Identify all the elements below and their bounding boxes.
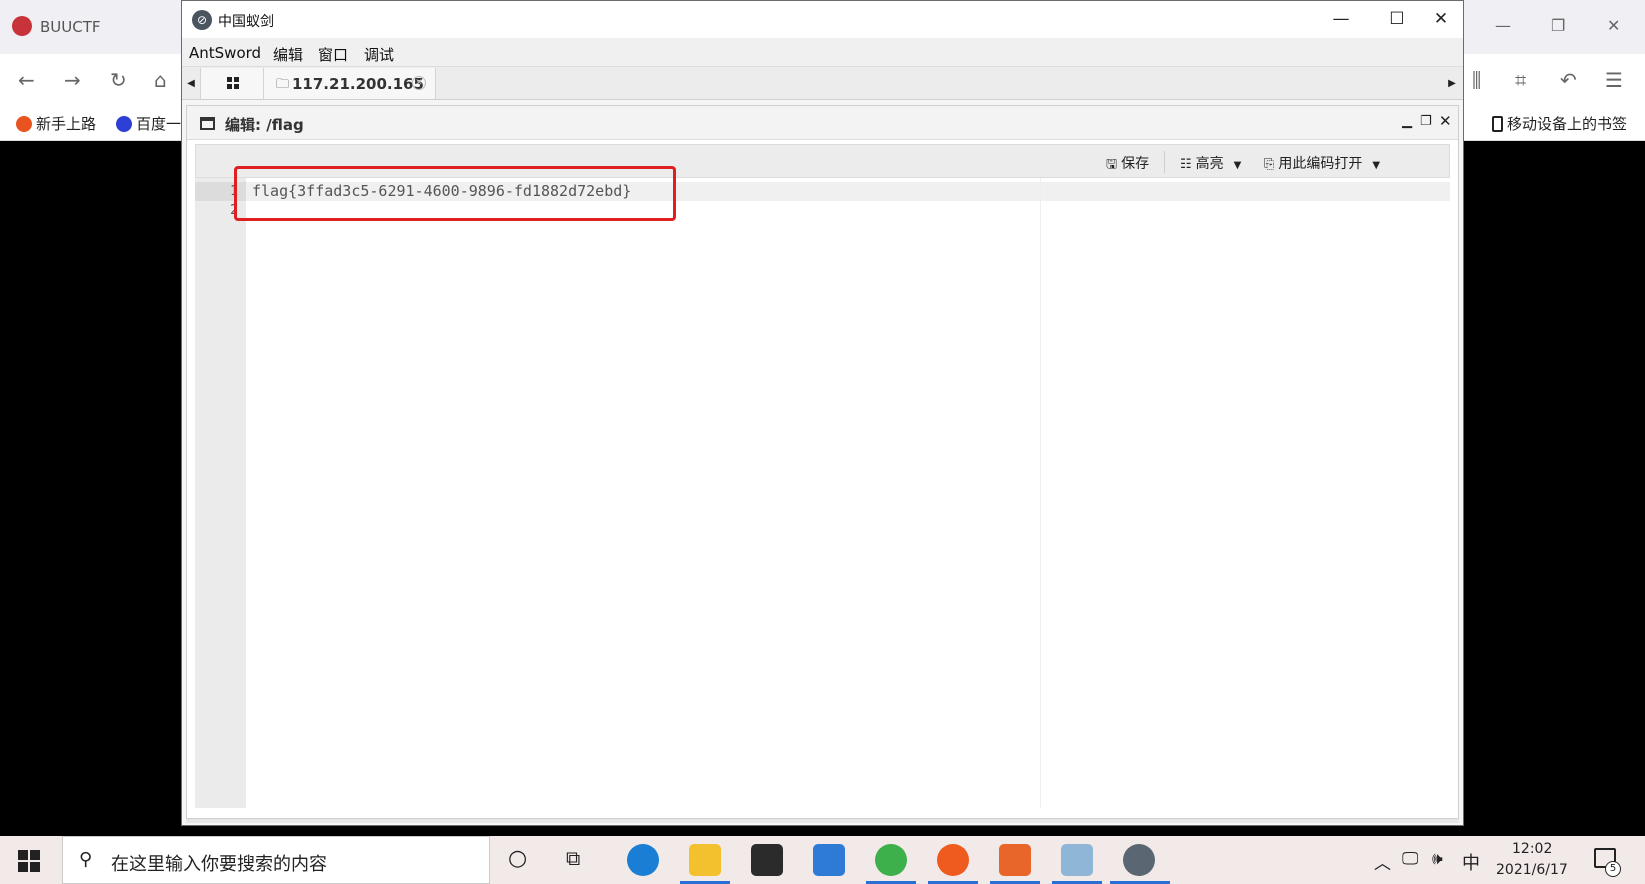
- antsword-window: ⊘ 中国蚁剑 — ☐ ✕ AntSword 编辑 窗口 调试 ◀ 🗀 117.2…: [181, 0, 1464, 826]
- panel-minimize-icon[interactable]: ▁: [1402, 114, 1412, 129]
- task-view-icon[interactable]: ⧉: [566, 846, 580, 870]
- network-icon[interactable]: 🖵: [1402, 849, 1418, 869]
- menu-antsword[interactable]: AntSword: [189, 44, 261, 62]
- clock-date[interactable]: 2021/6/17: [1496, 862, 1568, 878]
- window-maximize-button[interactable]: ☐: [1374, 6, 1420, 32]
- tab-host-label: 117.21.200.165: [292, 75, 424, 93]
- firefox-icon: [16, 116, 32, 132]
- window-title: 中国蚁剑: [218, 14, 274, 30]
- print-margin: [1040, 178, 1041, 808]
- undo-icon[interactable]: ↶: [1560, 68, 1577, 92]
- encoding-icon: ⎘: [1264, 157, 1275, 172]
- bookmark-mobile[interactable]: 移动设备上的书签: [1492, 113, 1627, 134]
- floppy-disk-icon: 🖫: [1106, 157, 1118, 172]
- minimize-icon[interactable]: —: [1495, 16, 1511, 35]
- tab-scroll-left-icon[interactable]: ◀: [185, 75, 197, 93]
- restore-icon[interactable]: ❐: [1551, 16, 1565, 35]
- window-icon: [200, 117, 215, 130]
- bookmark-newbie[interactable]: 新手上路: [16, 113, 96, 134]
- tab-close-icon[interactable]: ✕: [412, 76, 426, 90]
- bookmark-baidu[interactable]: 百度一: [116, 113, 181, 134]
- baidu-paw-icon: [116, 116, 132, 132]
- antsword-logo-icon: ⊘: [192, 10, 212, 30]
- tab-home-grid[interactable]: [200, 68, 264, 99]
- ime-indicator[interactable]: 中: [1462, 849, 1480, 875]
- menubar: AntSword 编辑 窗口 调试: [182, 38, 1463, 66]
- menu-debug[interactable]: 调试: [364, 44, 394, 65]
- cortana-icon[interactable]: ○: [508, 846, 527, 871]
- editor-title: 编辑: /flag: [225, 116, 304, 134]
- list-icon: ☷: [1180, 157, 1192, 172]
- editor-header: 编辑: /flag ▁ ❐ ✕: [187, 106, 1458, 140]
- caret-down-icon: ▼: [1233, 160, 1242, 171]
- notification-badge: 5: [1605, 861, 1621, 877]
- folder-icon: 🗀: [276, 77, 290, 92]
- notepad-icon[interactable]: [1061, 844, 1093, 876]
- home-icon[interactable]: ⌂: [154, 68, 167, 92]
- panel-restore-icon[interactable]: ❐: [1420, 114, 1432, 129]
- show-hidden-icons-icon[interactable]: ︿: [1374, 849, 1391, 874]
- windows-start-icon[interactable]: [18, 850, 40, 872]
- save-button[interactable]: 🖫 保存: [1106, 153, 1149, 177]
- ie-browser-icon[interactable]: [875, 844, 907, 876]
- forward-arrow-icon[interactable]: →: [64, 68, 81, 92]
- red-annotation-box: [234, 166, 676, 221]
- antsword-titlebar[interactable]: ⊘ 中国蚁剑 — ☐ ✕: [182, 1, 1463, 38]
- editor-bottom-bar: [186, 819, 1459, 823]
- reload-icon[interactable]: ↻: [110, 68, 127, 92]
- tab-scroll-right-icon[interactable]: ▶: [1446, 75, 1458, 93]
- burpsuite-icon[interactable]: [999, 844, 1031, 876]
- menu-edit[interactable]: 编辑: [273, 44, 303, 65]
- highlight-dropdown[interactable]: ☷ 高亮 ▼: [1180, 153, 1241, 173]
- caret-down-icon: ▼: [1372, 160, 1381, 171]
- search-icon: ⚲: [79, 849, 93, 870]
- taskbar-search-box[interactable]: ⚲ 在这里输入你要搜索的内容: [62, 836, 490, 884]
- tabbar: ◀ 🗀 117.21.200.165 ✕ ▶: [182, 66, 1463, 100]
- firefox-taskbar-icon[interactable]: [937, 844, 969, 876]
- back-arrow-icon[interactable]: ←: [18, 68, 35, 92]
- browser-tab-title[interactable]: BUUCTF: [40, 18, 101, 36]
- store-icon[interactable]: [751, 844, 783, 876]
- window-close-button[interactable]: ✕: [1418, 6, 1464, 32]
- encoding-dropdown[interactable]: ⎘ 用此编码打开 ▼: [1264, 153, 1380, 173]
- editor-panel: 编辑: /flag ▁ ❐ ✕ 🖫 保存 ☷ 高亮 ▼ ⎘ 用此编码打开 ▼ 1 2 fl…: [186, 105, 1459, 819]
- close-icon[interactable]: ✕: [1607, 16, 1620, 35]
- volume-icon[interactable]: 🕪: [1432, 849, 1443, 869]
- hamburger-menu-icon[interactable]: ☰: [1605, 68, 1623, 92]
- antsword-taskbar-icon[interactable]: [1123, 844, 1155, 876]
- tab-host[interactable]: 🗀 117.21.200.165 ✕: [264, 68, 436, 99]
- windows-taskbar: ⚲ 在这里输入你要搜索的内容 ○ ⧉ ︿ 🖵 🕪 中 12:02 2021/6/…: [0, 836, 1645, 884]
- library-icon[interactable]: ⫼: [1472, 68, 1481, 92]
- screenshot-icon[interactable]: ⌗: [1515, 68, 1526, 92]
- buuctf-favicon-icon: [12, 16, 32, 36]
- toolbar-separator: [1164, 151, 1165, 173]
- file-explorer-icon[interactable]: [689, 844, 721, 876]
- panel-close-icon[interactable]: ✕: [1439, 112, 1452, 130]
- search-placeholder: 在这里输入你要搜索的内容: [111, 854, 327, 875]
- line-gutter: [195, 178, 246, 808]
- menu-window[interactable]: 窗口: [318, 44, 348, 65]
- code-editor[interactable]: 1 2 flag{3ffad3c5-6291-4600-9896-fd1882d…: [195, 166, 1450, 808]
- edge-browser-icon[interactable]: [627, 844, 659, 876]
- window-minimize-button[interactable]: —: [1318, 6, 1364, 32]
- grid-icon: [227, 77, 239, 89]
- clock-time[interactable]: 12:02: [1512, 841, 1552, 857]
- mail-icon[interactable]: [813, 844, 845, 876]
- mobile-device-icon: [1492, 116, 1503, 132]
